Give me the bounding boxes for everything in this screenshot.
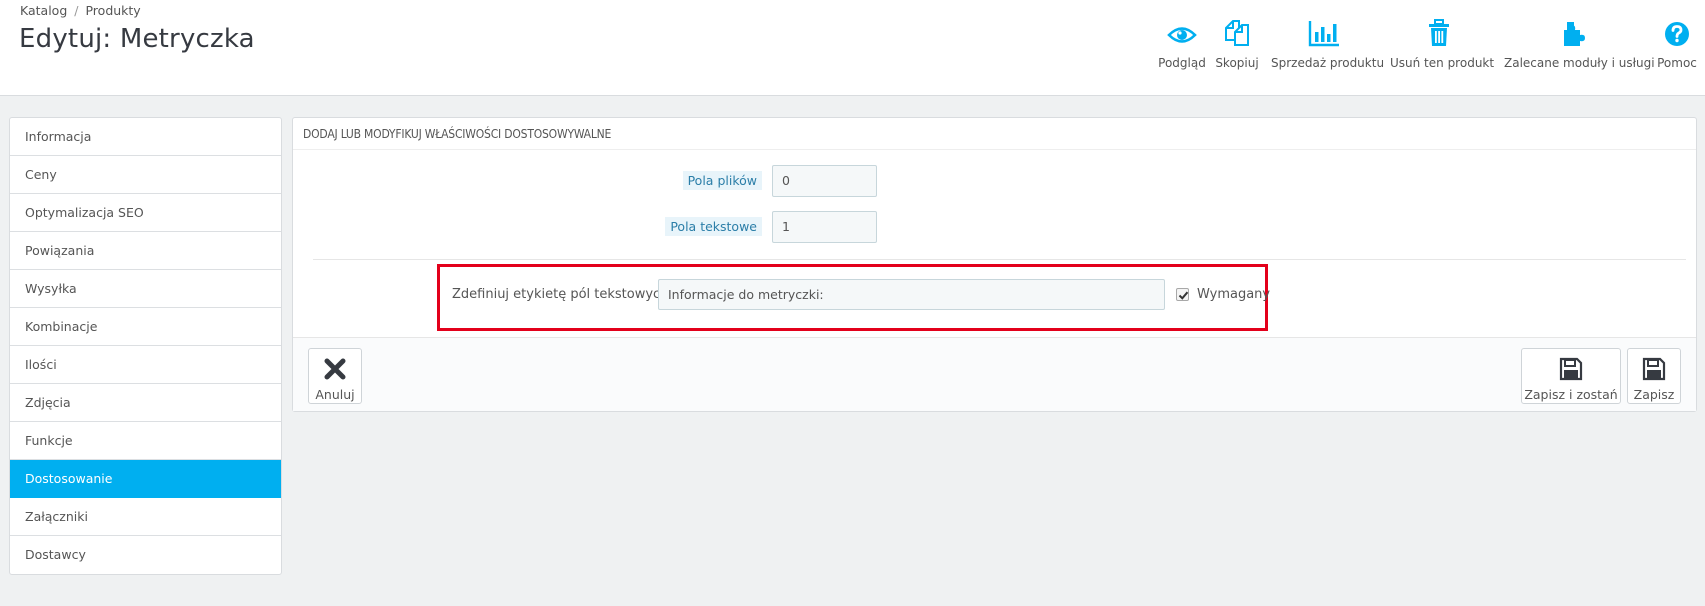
sidebar-item-information[interactable]: Informacja xyxy=(10,118,281,156)
required-checkbox[interactable] xyxy=(1176,288,1189,301)
copy-label: Skopiuj xyxy=(1215,56,1259,70)
trash-icon xyxy=(1390,18,1488,50)
file-fields-label: Pola plików xyxy=(682,171,762,190)
text-fields-input[interactable]: 1 xyxy=(772,211,877,243)
question-circle-icon xyxy=(1656,18,1698,50)
recommended-modules-label: Zalecane moduły i usługi xyxy=(1504,56,1655,70)
panel-heading: DODAJ LUB MODYFIKUJ WŁAŚCIWOŚCI DOSTOSOW… xyxy=(293,118,1696,150)
recommended-modules-button[interactable]: Zalecane moduły i usługi xyxy=(1504,18,1655,70)
close-icon xyxy=(309,357,361,384)
delete-product-label: Usuń ten produkt xyxy=(1390,56,1495,70)
save-button[interactable]: Zapisz xyxy=(1627,348,1681,404)
highlight-box: Zdefiniuj etykietę pól tekstowych Inform… xyxy=(437,264,1270,331)
product-sales-label: Sprzedaż produktu xyxy=(1271,56,1385,70)
panel-footer: Anuluj Zapisz i zostań Zapisz xyxy=(293,337,1696,411)
breadcrumb: Katalog / Produkty xyxy=(20,3,141,18)
preview-label: Podgląd xyxy=(1158,56,1206,70)
product-tabs-sidebar: Informacja Ceny Optymalizacja SEO Powiąz… xyxy=(9,117,282,575)
required-label[interactable]: Wymagany xyxy=(1197,287,1270,302)
text-fields-label: Pola tekstowe xyxy=(665,217,762,236)
product-sales-button[interactable]: Sprzedaż produktu xyxy=(1271,18,1384,70)
text-field-label-label: Zdefiniuj etykietę pól tekstowych xyxy=(452,287,669,302)
sidebar-item-quantities[interactable]: Ilości xyxy=(10,346,281,384)
copy-icon xyxy=(1214,18,1260,50)
copy-button[interactable]: Skopiuj xyxy=(1214,18,1260,70)
save-and-stay-button[interactable]: Zapisz i zostań xyxy=(1521,348,1621,404)
breadcrumb-separator: / xyxy=(74,3,79,18)
file-fields-row: Pola plików 0 xyxy=(293,165,1698,197)
floppy-disk-icon xyxy=(1522,357,1620,384)
page-title: Edytuj: Metryczka xyxy=(19,24,255,54)
delete-product-button[interactable]: Usuń ten produkt xyxy=(1390,18,1494,70)
cancel-button[interactable]: Anuluj xyxy=(308,348,362,404)
preview-button[interactable]: Podgląd xyxy=(1154,18,1210,70)
sidebar-item-images[interactable]: Zdjęcia xyxy=(10,384,281,422)
text-fields-row: Pola tekstowe 1 xyxy=(293,211,1698,243)
checkmark-icon xyxy=(1178,291,1189,300)
sidebar-item-shipping[interactable]: Wysyłka xyxy=(10,270,281,308)
file-fields-input[interactable]: 0 xyxy=(772,165,877,197)
breadcrumb-products[interactable]: Produkty xyxy=(85,3,140,18)
cancel-label: Anuluj xyxy=(315,387,355,402)
sidebar-item-prices[interactable]: Ceny xyxy=(10,156,281,194)
eye-icon xyxy=(1154,18,1210,50)
sidebar-item-associations[interactable]: Powiązania xyxy=(10,232,281,270)
sidebar-item-features[interactable]: Funkcje xyxy=(10,422,281,460)
breadcrumb-catalog[interactable]: Katalog xyxy=(20,3,67,18)
bar-chart-icon xyxy=(1271,18,1377,50)
sidebar-item-customization[interactable]: Dostosowanie xyxy=(10,460,281,498)
customization-panel: DODAJ LUB MODYFIKUJ WŁAŚCIWOŚCI DOSTOSOW… xyxy=(292,117,1697,412)
sidebar-item-seo[interactable]: Optymalizacja SEO xyxy=(10,194,281,232)
help-label: Pomoc xyxy=(1657,56,1697,70)
page-header: Katalog / Produkty Edytuj: Metryczka Podgl… xyxy=(0,0,1705,96)
help-button[interactable]: Pomoc xyxy=(1656,18,1698,70)
divider xyxy=(313,259,1686,260)
sidebar-item-suppliers[interactable]: Dostawcy xyxy=(10,536,281,574)
save-and-stay-label: Zapisz i zostań xyxy=(1524,387,1618,402)
puzzle-icon xyxy=(1504,18,1642,50)
floppy-disk-icon xyxy=(1628,357,1680,384)
sidebar-item-combinations[interactable]: Kombinacje xyxy=(10,308,281,346)
sidebar-item-attachments[interactable]: Załączniki xyxy=(10,498,281,536)
save-label: Zapisz xyxy=(1633,387,1675,402)
text-field-label-input[interactable]: Informacje do metryczki: xyxy=(658,279,1165,310)
